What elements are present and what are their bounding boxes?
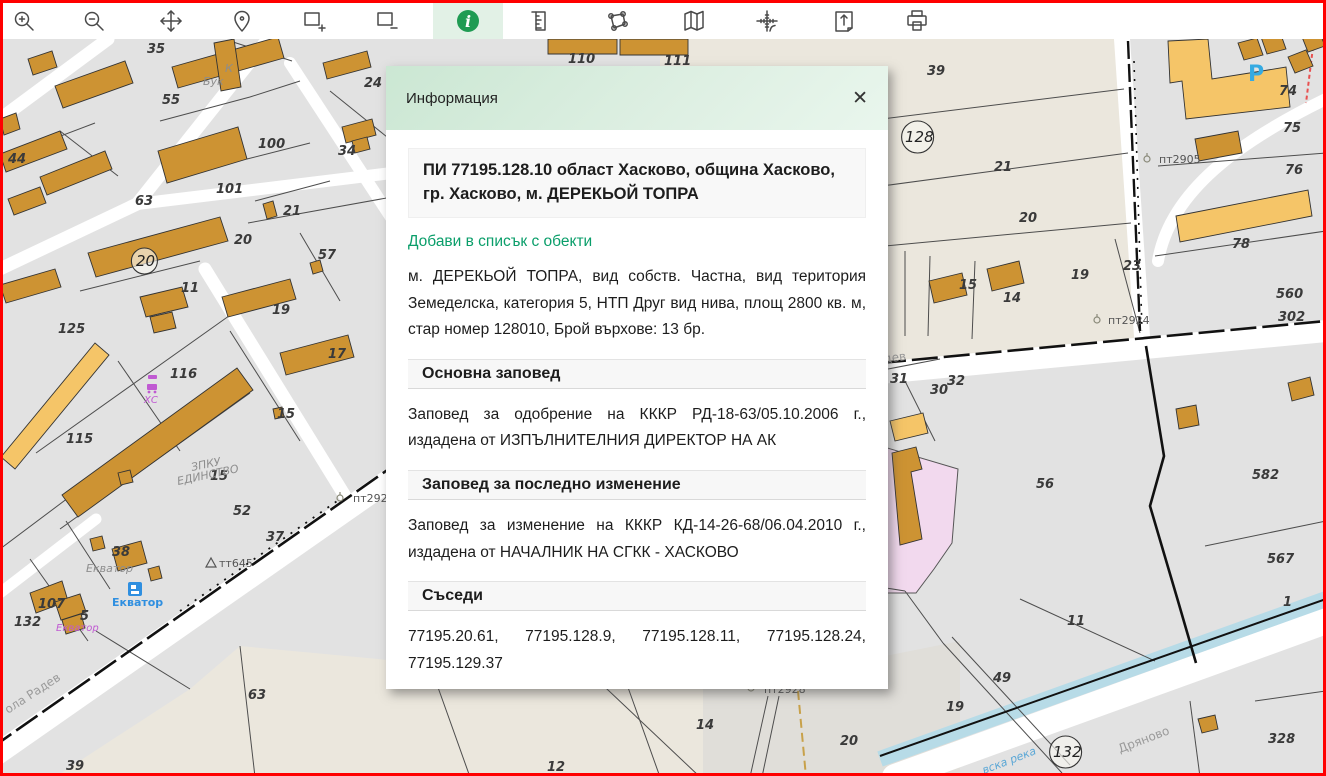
map-label: Бук	[203, 75, 224, 88]
map-label: 15	[277, 407, 295, 422]
section-text: Заповед за одобрение на КККР РД-18-63/05…	[408, 402, 866, 455]
section-heading: Съседи	[408, 581, 866, 611]
property-title: ПИ 77195.128.10 област Хасково, община Х…	[408, 148, 866, 218]
map-label: 35	[147, 42, 165, 57]
map-label: 17	[328, 347, 347, 362]
map-label: 52	[233, 504, 251, 519]
map-label: 14	[696, 718, 714, 733]
section-text: 77195.20.61, 77195.128.9, 77195.128.11, …	[408, 624, 866, 677]
map-label: 39	[927, 64, 945, 79]
map-label: 24	[364, 76, 382, 91]
map-label: тт645	[219, 557, 253, 570]
map-label: 20	[840, 734, 858, 749]
map-label: 19	[1071, 268, 1089, 283]
map-label: 132	[1053, 743, 1082, 761]
map-label: 15	[959, 278, 977, 293]
map-label: 110	[568, 52, 595, 67]
measure-length-button[interactable]	[523, 3, 559, 39]
map-label: 74	[1279, 84, 1297, 99]
section-heading: Основна заповед	[408, 359, 866, 389]
map-label: 125	[58, 322, 85, 337]
section-heading: Заповед за последно изменение	[408, 470, 866, 500]
map-label: 76	[1285, 163, 1303, 178]
measure-area-button[interactable]	[599, 3, 635, 39]
info-panel: Информация ✕ ПИ 77195.128.10 област Хаск…	[386, 66, 888, 689]
map-label: 5	[80, 609, 89, 624]
map-label: 34	[338, 144, 356, 159]
map-label: 56	[1036, 477, 1054, 492]
info-panel-header: Информация ✕	[386, 66, 888, 130]
add-to-list-link[interactable]: Добави в списък с обекти	[408, 233, 866, 251]
location-pin-button[interactable]	[224, 3, 260, 39]
map-button[interactable]	[676, 3, 712, 39]
map-label: 78	[1232, 237, 1250, 252]
map-label: 12	[547, 760, 565, 775]
map-label: 20	[136, 252, 155, 270]
pan-button[interactable]	[153, 3, 189, 39]
map-label: 63	[248, 688, 266, 703]
map-label: пт2924	[1108, 314, 1150, 327]
map-label: К	[225, 62, 234, 75]
map-label: 328	[1268, 732, 1295, 747]
map-label: 39	[66, 759, 84, 774]
map-label: 11	[1067, 614, 1085, 629]
select-area-remove-button[interactable]	[369, 3, 405, 39]
map-label: 30	[930, 383, 948, 398]
coordinates-button[interactable]	[749, 3, 785, 39]
map-label: 19	[272, 303, 290, 318]
panel-title: Информация	[406, 90, 498, 107]
select-area-add-button[interactable]	[296, 3, 332, 39]
info-panel-body: ПИ 77195.128.10 област Хасково, община Х…	[386, 130, 888, 678]
map-label: 32	[947, 374, 965, 389]
map-label: 38	[112, 545, 130, 560]
print-button[interactable]	[899, 3, 935, 39]
map-label: 115	[66, 432, 93, 447]
map-label: 55	[162, 93, 180, 108]
info-button[interactable]: i	[433, 3, 503, 39]
zoom-out-button[interactable]	[76, 3, 112, 39]
map-label: 567	[1267, 552, 1295, 567]
map-label: 1	[1283, 595, 1292, 610]
map-label: 21	[283, 204, 301, 219]
map-label: 107	[38, 597, 66, 612]
map-label: P	[1248, 62, 1264, 87]
zoom-in-button[interactable]	[6, 3, 42, 39]
map-label: пт2905	[1159, 153, 1201, 166]
export-button[interactable]	[826, 3, 862, 39]
map-label: 19	[946, 700, 964, 715]
fuel-station-icon	[128, 582, 142, 596]
map-label: 49	[992, 671, 1011, 686]
map-label: 116	[170, 367, 197, 382]
map-label: 100	[258, 137, 285, 152]
map-label: 75	[1283, 121, 1301, 136]
svg-text:i: i	[465, 12, 471, 31]
map-label: 44	[7, 152, 26, 167]
section-text: Заповед за изменение на КККР КД-14-26-68…	[408, 513, 866, 566]
app-window: 3555441001012434212057631251119171161151…	[0, 0, 1326, 776]
map-label: 560	[1276, 287, 1303, 302]
map-label: 128	[905, 128, 934, 146]
property-description: м. ДЕРЕКЬОЙ ТОПРА, вид собств. Частна, в…	[408, 264, 866, 344]
map-label: Екватор	[86, 562, 133, 575]
map-label: 31	[890, 372, 908, 387]
map-label: 302	[1278, 310, 1305, 325]
map-label: Екватор	[112, 596, 163, 609]
map-label: ХС	[143, 395, 158, 406]
map-label: 21	[994, 160, 1012, 175]
map-label: 20	[234, 233, 252, 248]
map-label: 23	[1123, 259, 1141, 274]
map-label: 37	[266, 530, 285, 545]
map-label: 14	[1003, 291, 1021, 306]
map-label: 582	[1252, 468, 1279, 483]
map-label: 63	[135, 194, 153, 209]
map-label: 11	[181, 281, 199, 296]
close-icon[interactable]: ✕	[852, 89, 868, 108]
map-toolbar: i	[3, 3, 1323, 39]
map-label: 132	[14, 615, 41, 630]
map-label: 20	[1019, 211, 1037, 226]
map-label: 57	[318, 248, 337, 263]
map-label: Екватор	[56, 623, 99, 634]
map-label: 101	[216, 182, 243, 197]
